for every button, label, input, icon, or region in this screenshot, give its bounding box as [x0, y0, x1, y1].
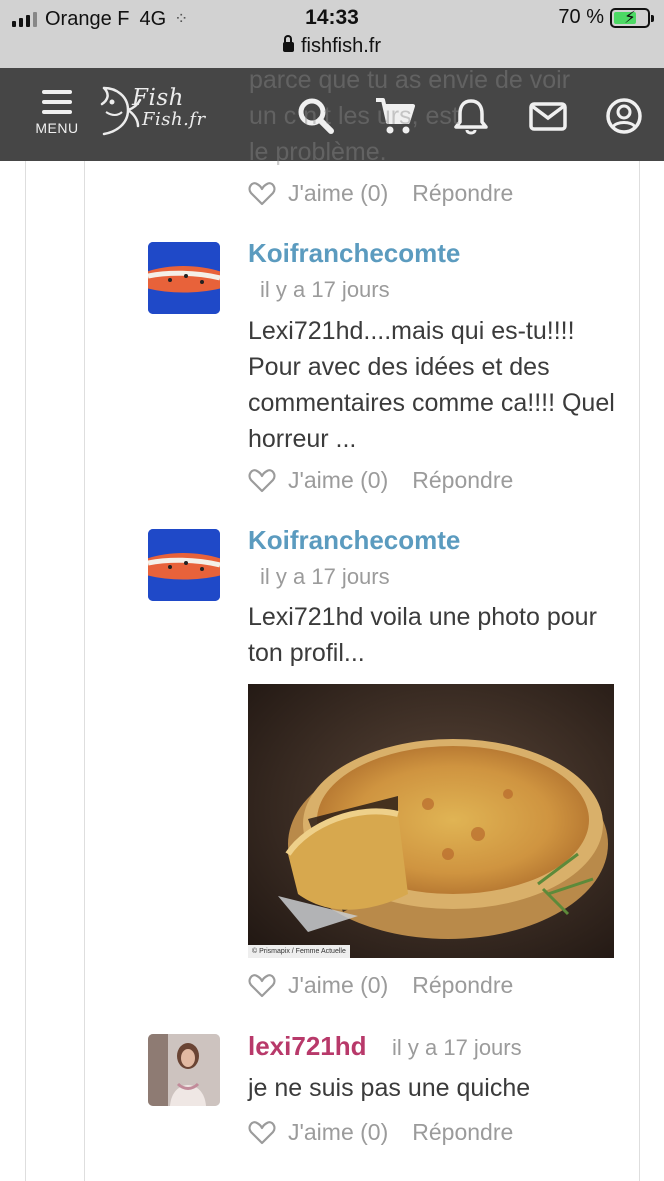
avatar[interactable]: [148, 529, 220, 601]
comment-text: Lexi721hd voila une photo pour ton profi…: [248, 603, 597, 667]
comment-text: je ne suis pas une quiche: [248, 1074, 531, 1102]
heart-icon[interactable]: [248, 973, 276, 998]
thread-divider-left: [25, 161, 26, 1181]
comment-author[interactable]: Koifranchecomte: [248, 238, 460, 269]
like-button[interactable]: J'aime (0): [288, 972, 388, 999]
comment-text: Lexi721hd....mais qui es-tu!!!! Pour ave…: [248, 317, 615, 453]
search-icon[interactable]: [296, 96, 336, 136]
logo-text: Fish Fish.fr: [132, 85, 206, 131]
like-button[interactable]: J'aime (0): [288, 467, 388, 494]
comment-actions-previous: J'aime (0) Répondre: [248, 180, 513, 207]
cart-icon[interactable]: [374, 96, 415, 136]
avatar[interactable]: [148, 242, 220, 314]
mail-icon[interactable]: [528, 96, 568, 136]
status-right: 70 % ⚡: [558, 6, 654, 29]
battery-percent: 70 %: [558, 6, 604, 28]
koi-avatar-image: [148, 242, 220, 314]
reply-button[interactable]: Répondre: [412, 972, 513, 999]
site-logo[interactable]: Fish Fish.fr: [94, 82, 224, 148]
comment-actions: J'aime (0) Répondre: [248, 1119, 513, 1146]
logo-line-1: Fish: [132, 85, 184, 111]
comment-actions: J'aime (0) Répondre: [248, 467, 513, 494]
menu-button[interactable]: MENU: [32, 90, 82, 146]
url-bar[interactable]: fishfish.fr: [0, 35, 664, 58]
site-header: MENU Fish Fish.fr: [0, 68, 664, 161]
account-icon[interactable]: [604, 96, 644, 136]
hamburger-icon: [42, 90, 72, 114]
thread-divider-middle: [84, 161, 85, 1181]
comment-photo-quiche[interactable]: © Prismapix / Femme Actuelle: [248, 684, 614, 958]
status-bar: Orange F 4G ⁘ 14:33 70 % ⚡ fishfish.fr: [0, 0, 664, 68]
comment-author[interactable]: Koifranchecomte: [248, 525, 460, 556]
heart-icon[interactable]: [248, 468, 276, 493]
comment-time: il y a 17 jours: [392, 1035, 522, 1060]
lock-icon: [282, 35, 294, 52]
logo-line-2: Fish.fr: [142, 109, 206, 130]
like-button[interactable]: J'aime (0): [288, 1119, 388, 1146]
reply-button[interactable]: Répondre: [412, 180, 513, 207]
quiche-image: [248, 684, 614, 958]
koi-avatar-image: [148, 529, 220, 601]
like-button[interactable]: J'aime (0): [288, 180, 388, 207]
heart-icon[interactable]: [248, 1120, 276, 1145]
comment-actions: J'aime (0) Répondre: [248, 972, 513, 999]
comment-time: il y a 17 jours: [260, 564, 390, 589]
user-avatar-image: [148, 1034, 220, 1106]
avatar[interactable]: [148, 1034, 220, 1106]
heart-icon[interactable]: [248, 181, 276, 206]
url-text: fishfish.fr: [300, 35, 382, 57]
comment-time: il y a 17 jours: [260, 277, 390, 302]
thread-divider-right: [639, 161, 640, 1181]
reply-button[interactable]: Répondre: [412, 1119, 513, 1146]
reply-button[interactable]: Répondre: [412, 467, 513, 494]
battery-icon: ⚡: [610, 7, 654, 28]
image-credit: © Prismapix / Femme Actuelle: [248, 945, 350, 958]
comment-author[interactable]: lexi721hd: [248, 1031, 367, 1062]
bell-icon[interactable]: [452, 96, 492, 136]
menu-label: MENU: [35, 120, 79, 136]
